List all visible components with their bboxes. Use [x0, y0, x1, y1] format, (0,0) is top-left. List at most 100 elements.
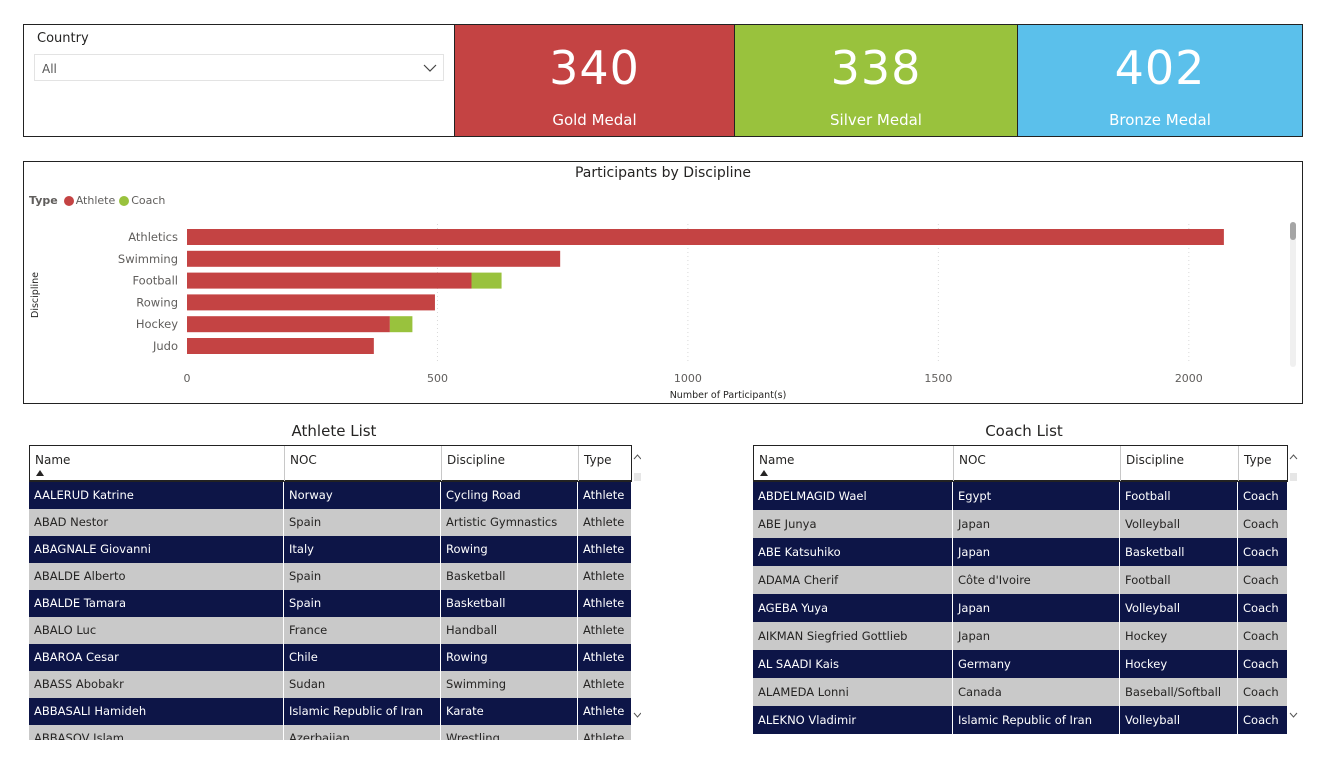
column-header-name[interactable]: Name — [754, 446, 954, 481]
cell-noc: Côte d'Ivoire — [953, 566, 1120, 594]
x-tick-label: 1500 — [924, 372, 952, 385]
slicer-title: Country — [37, 31, 89, 46]
scrollbar-thumb[interactable] — [1290, 473, 1297, 481]
table-row[interactable]: ALAMEDA Lonni Canada Baseball/Softball Coac… — [753, 678, 1288, 706]
cell-type: Coach — [1238, 594, 1288, 622]
table-row[interactable]: AGEBA Yuya Japan Volleyball Coach — [753, 594, 1288, 622]
cell-name: ABALO Luc — [29, 617, 284, 644]
cell-discipline: Basketball — [1120, 538, 1238, 566]
table-row[interactable]: ABAD Nestor Spain Artistic Gymnastics Athle… — [29, 509, 632, 536]
column-header-type[interactable]: Type — [1239, 446, 1289, 481]
cell-noc: Azerbaijan — [284, 725, 441, 740]
coach-table-scrollbar[interactable] — [1289, 445, 1298, 735]
column-header-noc[interactable]: NOC — [285, 446, 442, 481]
legend-item-athlete[interactable]: Athlete — [63, 194, 115, 207]
table-row[interactable]: ABALDE Alberto Spain Basketball Athlete — [29, 563, 632, 590]
cell-name: AL SAADI Kais — [753, 650, 953, 678]
bronze-medal-label: Bronze Medal — [1109, 111, 1211, 129]
cell-type: Athlete — [578, 617, 632, 644]
country-slicer: Country All — [23, 24, 455, 137]
column-header-type[interactable]: Type — [579, 446, 633, 481]
table-row[interactable]: ABASS Abobakr Sudan Swimming Athlete — [29, 671, 632, 698]
bar-athlete-judo — [187, 338, 374, 354]
legend-item-coach[interactable]: Coach — [119, 194, 165, 207]
x-tick-label: 0 — [184, 372, 191, 385]
cell-name: ABAD Nestor — [29, 509, 284, 536]
cell-name: ABALDE Tamara — [29, 590, 284, 617]
gold-medal-count: 340 — [549, 41, 640, 95]
cell-discipline: Basketball — [441, 563, 578, 590]
silver-medal-card: 338 Silver Medal — [734, 24, 1018, 137]
cell-noc: Egypt — [953, 482, 1120, 510]
cell-name: ABASS Abobakr — [29, 671, 284, 698]
table-row[interactable]: AL SAADI Kais Germany Hockey Coach — [753, 650, 1288, 678]
table-row[interactable]: ALEKNO Vladimir Islamic Republic of Iran V… — [753, 706, 1288, 734]
cell-name: ABAROA Cesar — [29, 644, 284, 671]
scroll-down-icon[interactable] — [633, 711, 641, 719]
country-dropdown[interactable]: All — [34, 54, 444, 81]
bronze-medal-card: 402 Bronze Medal — [1018, 24, 1303, 137]
cell-discipline: Football — [1120, 566, 1238, 594]
sort-ascending-icon[interactable] — [760, 470, 768, 476]
table-row[interactable]: ABE Katsuhiko Japan Basketball Coach — [753, 538, 1288, 566]
cell-type: Coach — [1238, 678, 1288, 706]
x-axis-title: Number of Participant(s) — [670, 390, 787, 401]
silver-medal-label: Silver Medal — [830, 111, 922, 129]
table-row[interactable]: ABBASOV Islam Azerbaijan Wrestling Athlete — [29, 725, 632, 740]
cell-noc: Norway — [284, 482, 441, 509]
coach-table-header: Name NOC Discipline Type — [753, 445, 1288, 482]
table-row[interactable]: ABAGNALE Giovanni Italy Rowing Athlete — [29, 536, 632, 563]
cell-name: ABAGNALE Giovanni — [29, 536, 284, 563]
cell-type: Athlete — [578, 563, 632, 590]
column-header-name[interactable]: Name — [30, 446, 285, 481]
table-row[interactable]: ABBASALI Hamideh Islamic Republic of Iran… — [29, 698, 632, 725]
cell-discipline: Cycling Road — [441, 482, 578, 509]
cell-type: Athlete — [578, 536, 632, 563]
table-row[interactable]: ADAMA Cherif Côte d'Ivoire Football Coach — [753, 566, 1288, 594]
y-category-label: Rowing — [136, 295, 178, 309]
cell-name: ABE Junya — [753, 510, 953, 538]
scroll-up-icon[interactable] — [1289, 453, 1298, 461]
column-header-discipline[interactable]: Discipline — [442, 446, 579, 481]
gold-medal-card: 340 Gold Medal — [455, 24, 734, 137]
bronze-medal-count: 402 — [1114, 41, 1206, 95]
cell-noc: Japan — [953, 538, 1120, 566]
cell-name: ADAMA Cherif — [753, 566, 953, 594]
table-row[interactable]: ABALO Luc France Handball Athlete — [29, 617, 632, 644]
coach-list-title: Coach List — [985, 422, 1063, 440]
cell-type: Coach — [1238, 622, 1288, 650]
cell-type: Coach — [1238, 706, 1288, 734]
table-row[interactable]: AALERUD Katrine Norway Cycling Road Athlete — [29, 482, 632, 509]
cell-noc: Islamic Republic of Iran — [953, 706, 1120, 734]
cell-noc: Islamic Republic of Iran — [284, 698, 441, 725]
cell-name: ABDELMAGID Wael — [753, 482, 953, 510]
scrollbar-thumb[interactable] — [634, 473, 641, 481]
column-header-discipline[interactable]: Discipline — [1121, 446, 1239, 481]
athlete-table-scrollbar[interactable] — [633, 445, 641, 735]
table-row[interactable]: AIKMAN Siegfried Gottlieb Japan Hockey Coac… — [753, 622, 1288, 650]
participants-chart: 0 500 1000 1500 2000 Number of Participant(s)… — [23, 161, 1303, 404]
table-row[interactable]: ABDELMAGID Wael Egypt Football Coach — [753, 482, 1288, 510]
chart-scrollbar-thumb[interactable] — [1290, 222, 1296, 240]
scroll-up-icon[interactable] — [633, 453, 641, 461]
table-row[interactable]: ABALDE Tamara Spain Basketball Athlete — [29, 590, 632, 617]
cell-type: Coach — [1238, 482, 1288, 510]
cell-discipline: Artistic Gymnastics — [441, 509, 578, 536]
cell-discipline: Basketball — [441, 590, 578, 617]
column-header-noc[interactable]: NOC — [954, 446, 1121, 481]
y-category-label: Judo — [152, 339, 178, 353]
cell-noc: Italy — [284, 536, 441, 563]
legend-title: Type — [29, 194, 58, 207]
cell-type: Athlete — [578, 671, 632, 698]
cell-type: Athlete — [578, 509, 632, 536]
bar-athlete-athletics — [187, 229, 1224, 245]
cell-name: AALERUD Katrine — [29, 482, 284, 509]
table-row[interactable]: ABAROA Cesar Chile Rowing Athlete — [29, 644, 632, 671]
cell-noc: Spain — [284, 563, 441, 590]
sort-ascending-icon[interactable] — [36, 470, 44, 476]
table-row[interactable]: ABE Junya Japan Volleyball Coach — [753, 510, 1288, 538]
legend-label-coach: Coach — [131, 194, 166, 207]
chart-scrollbar[interactable] — [1290, 222, 1296, 367]
cell-name: ABE Katsuhiko — [753, 538, 953, 566]
scroll-down-icon[interactable] — [1289, 711, 1298, 719]
